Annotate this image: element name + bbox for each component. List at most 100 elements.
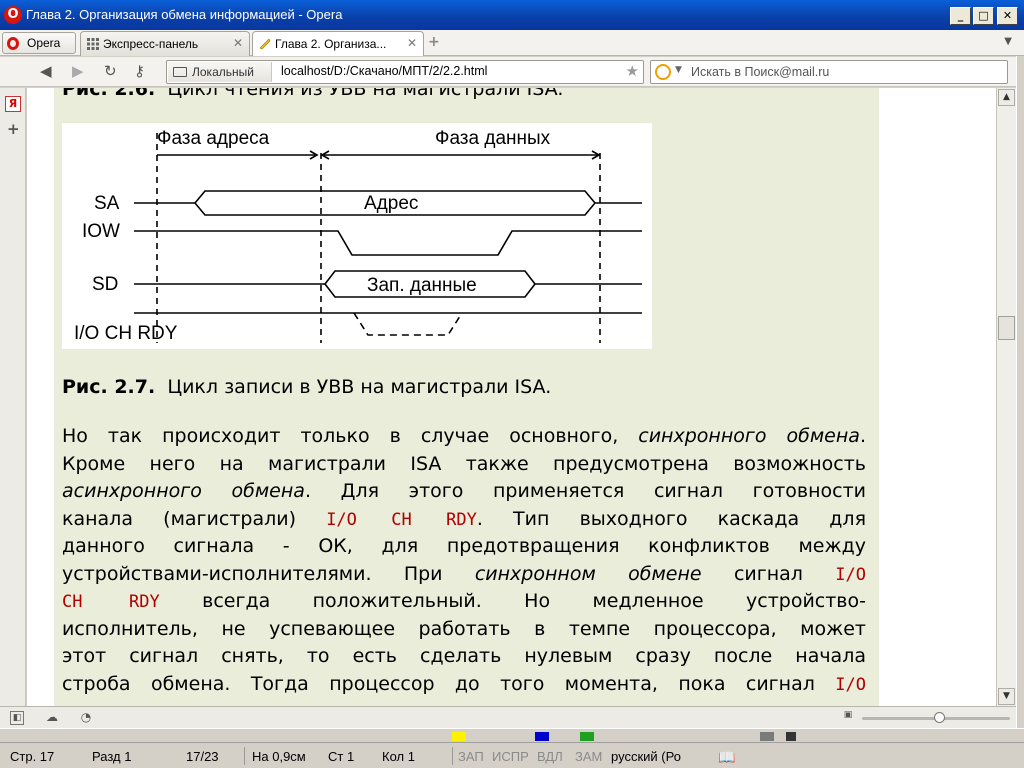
page-viewport: Рис. 2.6. Цикл чтения из УВВ на магистра…: [27, 88, 996, 706]
close-icon[interactable]: ✕: [233, 36, 243, 50]
status-ovr[interactable]: ЗАМ: [575, 749, 602, 764]
close-button[interactable]: ✕: [997, 7, 1018, 25]
grid-icon: [87, 38, 99, 50]
text-run: сигнал: [733, 562, 803, 585]
text-line: исполнитель, не успевающее работать в те…: [62, 617, 866, 640]
divider: [244, 747, 245, 765]
signal-label: SA: [94, 193, 120, 214]
scroll-up-icon[interactable]: ▲: [998, 89, 1015, 106]
opera-icon: [7, 37, 19, 50]
opera-menu-label: Opera: [27, 36, 61, 50]
status-ext[interactable]: ВДЛ: [537, 749, 563, 764]
side-panel: Я +: [0, 88, 26, 706]
tab-bar: Opera Экспресс-панель ✕ Глава 2. Организ…: [0, 30, 1024, 56]
status-rec[interactable]: ЗАП: [458, 749, 484, 764]
caption-number: Рис. 2.7.: [62, 376, 156, 398]
document-body: Рис. 2.6. Цикл чтения из УВВ на магистра…: [54, 88, 879, 706]
new-tab-icon[interactable]: +: [428, 34, 440, 50]
yandex-icon[interactable]: Я: [5, 96, 21, 112]
text-line: этот сигнал снять, то есть сделать нулев…: [62, 645, 866, 667]
timing-diagram-svg: Фаза адреса Фаза данных SA IOW SD I/O CH…: [74, 128, 642, 344]
security-badge[interactable]: Локальный: [168, 62, 272, 82]
maximize-button[interactable]: □: [973, 7, 994, 25]
status-pages: 17/23: [186, 749, 219, 764]
status-trk[interactable]: ИСПР: [492, 749, 529, 764]
italic-term: асинхронного обмена: [62, 480, 305, 502]
text-line: устройствами-исполнителями. При синхронн…: [62, 561, 866, 589]
address-toolbar: ◀ ▶ ↻ ⚷ Локальный localhost/D:/Скачано/М…: [0, 57, 1024, 87]
zoom-slider-knob[interactable]: [934, 712, 945, 723]
word-status-bar: Стр. 17 Разд 1 17/23 На 0,9см Ст 1 Кол 1…: [0, 742, 1024, 768]
minimize-button[interactable]: _: [950, 7, 971, 25]
status-language[interactable]: русский (Ро: [611, 749, 681, 764]
signal-code: I/O CH RDY: [326, 509, 477, 530]
search-engine-icon[interactable]: [655, 64, 671, 80]
text-run: всегда положительный. Но медленное устро…: [202, 590, 866, 612]
text-line: Но так происходит только в случае основн…: [62, 423, 866, 451]
address-field[interactable]: Локальный localhost/D:/Скачано/МПТ/2/2.2…: [166, 60, 644, 84]
caption-text: Цикл чтения из УВВ на магистрали ISA.: [167, 88, 564, 100]
color-swatch[interactable]: [760, 732, 774, 741]
tab-speed-dial[interactable]: Экспресс-панель ✕: [80, 31, 250, 56]
italic-term: синхронном обмене: [474, 562, 702, 585]
chevron-down-icon[interactable]: ▼: [675, 65, 682, 75]
tab-menu-chevron-icon[interactable]: ▼: [1004, 36, 1012, 47]
bookmark-star-icon[interactable]: ★: [626, 62, 639, 80]
phase-address-label: Фаза адреса: [157, 128, 270, 149]
signal-code: CH RDY: [62, 592, 160, 612]
caption-text: Цикл записи в УВВ на магистрали ISA.: [167, 376, 552, 398]
back-arrow-icon[interactable]: ◀: [40, 62, 52, 80]
computer-icon: [173, 67, 187, 77]
search-placeholder[interactable]: Искать в Поиск@mail.ru: [691, 65, 829, 79]
scrollbar-thumb[interactable]: [998, 316, 1015, 340]
font-color-swatch[interactable]: [535, 732, 549, 741]
highlight-color-swatch[interactable]: [452, 732, 466, 741]
browser-status-bar: ◧ ☁ ◔ ▣: [0, 706, 1016, 728]
close-icon[interactable]: ✕: [407, 36, 417, 50]
background-app-toolbar: [0, 728, 1024, 742]
forward-arrow-icon[interactable]: ▶: [72, 62, 84, 80]
timing-diagram: Фаза адреса Фаза данных SA IOW SD I/O CH…: [62, 123, 652, 349]
reload-icon[interactable]: ↻: [104, 62, 117, 80]
status-page: Стр. 17: [10, 749, 55, 764]
body-paragraph: Но так происходит только в случае основн…: [62, 423, 866, 698]
signal-code: I/O: [835, 674, 866, 695]
text-line: канала (магистрали) I/O CH RDY. Тип выхо…: [62, 506, 866, 534]
panel-toggle-icon[interactable]: ◧: [10, 711, 24, 725]
color-swatch[interactable]: [580, 732, 594, 741]
text-line: данного сигнала - ОК, для предотвращения…: [62, 535, 866, 557]
text-run: Но так происходит только в случае основн…: [62, 425, 619, 447]
view-options-icon[interactable]: ▣: [840, 710, 856, 726]
tab-chapter[interactable]: Глава 2. Организа... ✕: [252, 31, 424, 56]
status-line: Ст 1: [328, 749, 355, 764]
scroll-down-icon[interactable]: ▼: [998, 688, 1015, 705]
search-field[interactable]: ▼ Искать в Поиск@mail.ru: [650, 60, 1008, 84]
add-panel-icon[interactable]: +: [7, 120, 20, 138]
opera-menu-button[interactable]: Opera: [2, 32, 76, 54]
opera-logo-icon: O: [4, 6, 22, 24]
status-section: Разд 1: [92, 749, 132, 764]
tab-label: Экспресс-панель: [103, 37, 199, 51]
text-run: устройствами-исполнителями. При: [62, 562, 443, 585]
window-title: Глава 2. Организация обмена информацией …: [26, 7, 343, 22]
text-run: . Для этого применяется сигнал готовност…: [304, 480, 866, 502]
speedometer-icon[interactable]: ◔: [78, 710, 94, 726]
cloud-icon[interactable]: ☁: [44, 710, 60, 726]
vertical-scrollbar[interactable]: ▲ ▼: [996, 88, 1016, 706]
key-icon[interactable]: ⚷: [134, 62, 145, 80]
chevron-down-icon[interactable]: [786, 732, 796, 741]
signal-label: I/O CH RDY: [74, 323, 178, 344]
tab-label: Глава 2. Организа...: [275, 37, 387, 51]
previous-figure-caption: Рис. 2.6. Цикл чтения из УВВ на магистра…: [62, 88, 563, 100]
text-run: строба обмена. Тогда процессор до того м…: [62, 672, 815, 695]
text-line: CH RDY всегда положительный. Но медленно…: [62, 588, 866, 616]
window-title-bar: O Глава 2. Организация обмена информацие…: [0, 0, 1024, 30]
status-position: На 0,9см: [252, 749, 306, 764]
spelling-check-icon[interactable]: 📖: [718, 749, 735, 766]
bus-data-label: Зап. данные: [367, 275, 477, 296]
signal-label: SD: [92, 274, 118, 295]
figure-caption: Рис. 2.7. Цикл записи в УВВ на магистрал…: [62, 376, 551, 398]
signal-code: I/O: [835, 564, 866, 585]
url-text[interactable]: localhost/D:/Скачано/МПТ/2/2.2.html: [281, 64, 487, 78]
italic-term: синхронного обмена: [638, 425, 860, 447]
